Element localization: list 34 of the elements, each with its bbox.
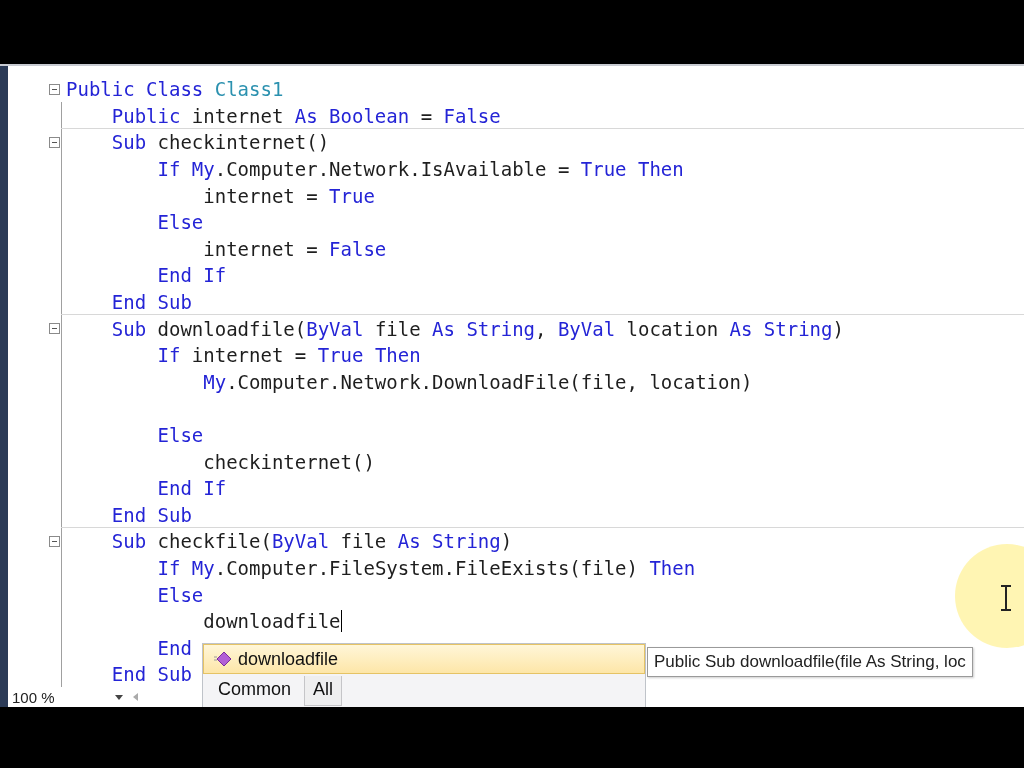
method-icon: [214, 651, 232, 667]
completion-tab[interactable]: Common: [209, 676, 301, 706]
collapse-icon[interactable]: [49, 323, 60, 335]
zoom-level[interactable]: 100 %: [12, 688, 55, 706]
code-line: internet = True: [202, 184, 375, 207]
code-line: Else: [156, 583, 204, 606]
code-line: End Sub: [110, 291, 192, 314]
code-line: Sub downloadfile(ByVal file As String, ByVal location As String): [110, 317, 844, 340]
code-line: Public Class Class1: [66, 78, 284, 101]
code-line: My.Computer.Network.DownloadFile(file, location): [202, 370, 753, 393]
code-line: checkinternet(): [202, 450, 375, 473]
code-line: End If: [156, 264, 227, 287]
signature-tooltip: Public Sub downloadfile(file As String, loc: [647, 647, 973, 677]
code-line: Else: [156, 424, 204, 446]
code-line: End If: [156, 477, 227, 500]
code-line: End Sub: [110, 663, 192, 686]
code-line: Else: [156, 211, 204, 234]
caret-down-icon[interactable]: [114, 694, 123, 700]
code-line: If internet = True Then: [156, 344, 421, 367]
code-line: Public internet As Boolean = False: [110, 104, 501, 127]
code-line: End: [156, 636, 192, 659]
code-line: If My.Computer.Network.IsAvailable = True Then: [156, 158, 684, 181]
collapse-icon[interactable]: [49, 535, 60, 547]
collapse-icon[interactable]: [49, 137, 60, 148]
completion-item[interactable]: downloadfile: [203, 644, 645, 674]
completion-tab[interactable]: All: [304, 676, 343, 706]
code-editor[interactable]: [0, 64, 1024, 707]
code-line: If My.Computer.FileSystem.FileExists(file) Then: [156, 557, 696, 579]
code-line: Sub checkinternet(): [110, 131, 330, 154]
code-line: internet = False: [202, 237, 387, 260]
code-line: End Sub: [110, 503, 192, 526]
code-line: downloadfile: [202, 610, 341, 633]
collapse-icon[interactable]: [49, 83, 60, 95]
code-line: Sub checkfile(ByVal file As String): [110, 530, 513, 553]
